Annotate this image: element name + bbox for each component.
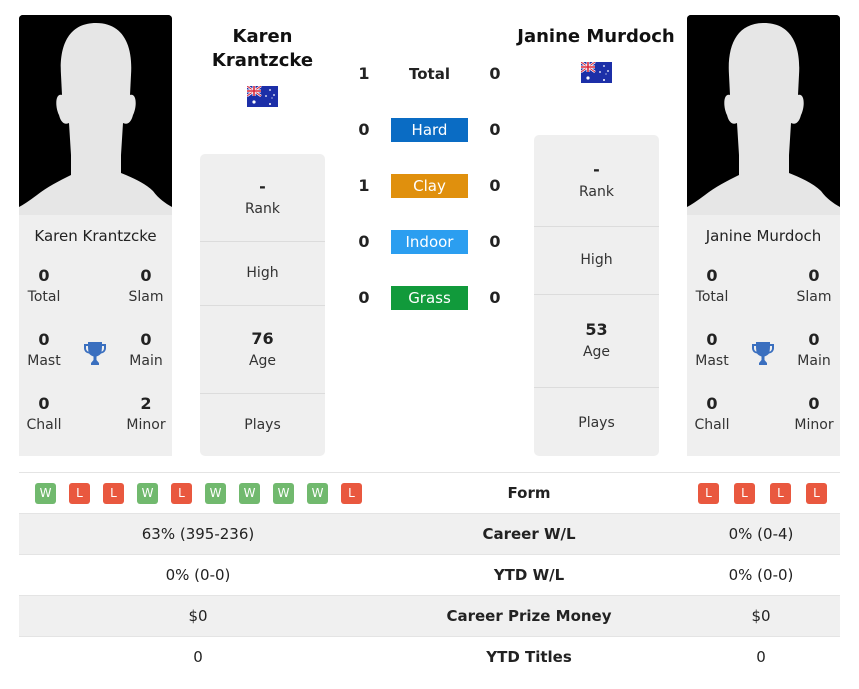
form-loss-badge[interactable]: L [770, 482, 791, 504]
form-right: LLLL [698, 482, 827, 504]
titles-slam: 0 Slam [796, 266, 832, 305]
info-rank: - Rank [534, 135, 659, 227]
form-loss-badge[interactable]: L [69, 482, 90, 504]
form-win-badge[interactable]: W [239, 482, 260, 504]
player-right-info: - Rank High 53 Age Plays [534, 135, 659, 456]
player-right-card: Janine Murdoch 0 Total 0 Slam 0 Mast 0 Main … [687, 215, 840, 456]
form-loss-badge[interactable]: L [171, 482, 192, 504]
surface-hard-badge[interactable]: Hard [391, 118, 468, 142]
info-high: High [534, 227, 659, 295]
surface-clay-badge[interactable]: Clay [391, 174, 468, 198]
info-age: 53 Age [534, 295, 659, 388]
form-win-badge[interactable]: W [137, 482, 158, 504]
form-win-badge[interactable]: W [307, 482, 328, 504]
titles-minor: 0 Minor [794, 394, 834, 433]
surface-indoor-badge[interactable]: Indoor [391, 230, 468, 254]
h2h-row-indoor: 0 Indoor 0 [345, 230, 515, 254]
form-label: Form [507, 484, 551, 502]
h2h-row-total: 1 Total 0 [345, 62, 515, 86]
player-right-name[interactable]: Janine Murdoch [687, 227, 840, 245]
silhouette-icon [687, 15, 840, 215]
titles-minor: 2 Minor [126, 394, 166, 433]
titles-mast: 0 Mast [695, 330, 729, 369]
player-left-info: - Rank High 76 Age Plays [200, 154, 325, 456]
australia-flag-icon [247, 86, 278, 107]
titles-main: 0 Main [797, 330, 831, 369]
ytd-wl-row: 0% (0-0) YTD W/L 0% (0-0) [19, 554, 840, 595]
player-right-heading[interactable]: Janine Murdoch [505, 25, 687, 49]
form-loss-badge[interactable]: L [103, 482, 124, 504]
titles-main: 0 Main [129, 330, 163, 369]
form-win-badge[interactable]: W [35, 482, 56, 504]
form-loss-badge[interactable]: L [341, 482, 362, 504]
player-left-heading[interactable]: Karen Krantzcke [190, 25, 335, 73]
titles-chall: 0 Chall [26, 394, 62, 433]
info-high: High [200, 242, 325, 306]
h2h-row-hard: 0 Hard 0 [345, 118, 515, 142]
info-plays: Plays [244, 417, 281, 433]
trophy-icon [84, 342, 106, 365]
titles-total: 0 Total [695, 266, 729, 305]
career-wl-row: 63% (395-236) Career W/L 0% (0-4) [19, 513, 840, 554]
form-win-badge[interactable]: W [273, 482, 294, 504]
form-left: WLLWLWWWWL [35, 482, 362, 504]
player-left-card: Karen Krantzcke 0 Total 0 Slam 0 Mast 0 Main… [19, 215, 172, 456]
career-prize-money-row: $0 Career Prize Money $0 [19, 595, 840, 636]
form-win-badge[interactable]: W [205, 482, 226, 504]
form-row: WLLWLWWWWL Form LLLL [19, 472, 840, 513]
titles-mast: 0 Mast [27, 330, 61, 369]
h2h-row-clay: 1 Clay 0 [345, 174, 515, 198]
h2h-row-grass: 0 Grass 0 [345, 286, 515, 310]
player-left-name[interactable]: Karen Krantzcke [19, 227, 172, 245]
info-plays: Plays [578, 415, 615, 431]
form-loss-badge[interactable]: L [806, 482, 827, 504]
titles-total: 0 Total [27, 266, 61, 305]
surface-total-label: Total [409, 65, 450, 83]
australia-flag-icon [581, 62, 612, 83]
form-loss-badge[interactable]: L [698, 482, 719, 504]
form-loss-badge[interactable]: L [734, 482, 755, 504]
titles-chall: 0 Chall [694, 394, 730, 433]
silhouette-icon [19, 15, 172, 215]
player-right-photo [687, 15, 840, 215]
info-rank: - Rank [200, 154, 325, 242]
titles-slam: 0 Slam [128, 266, 164, 305]
info-age: 76 Age [200, 306, 325, 394]
comparison-table: WLLWLWWWWL Form LLLL 63% (395-236) Caree… [19, 472, 840, 677]
surface-grass-badge[interactable]: Grass [391, 286, 468, 310]
trophy-icon [752, 342, 774, 365]
player-left-photo [19, 15, 172, 215]
ytd-titles-row: 0 YTD Titles 0 [19, 636, 840, 677]
